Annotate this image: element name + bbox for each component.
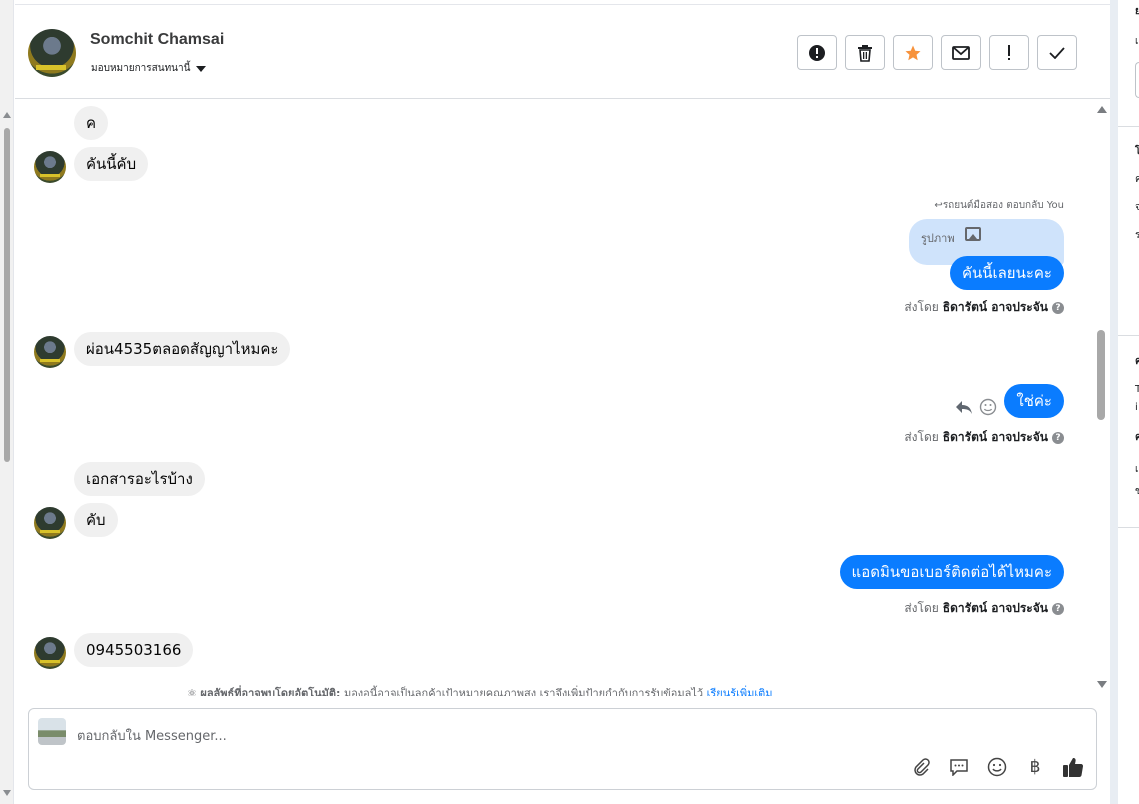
panel-text: ค	[1135, 174, 1139, 185]
messenger-inbox-page: Somchit Chamsai มอบหมายการสนทนานี้ ค คัน…	[0, 0, 1139, 804]
star-button[interactable]	[893, 35, 933, 70]
panel-text: ย	[1135, 6, 1139, 17]
reply-icon[interactable]	[955, 399, 973, 415]
reply-arrow-icon: ↩	[934, 200, 943, 211]
star-icon	[905, 45, 921, 60]
scroll-down-arrow-icon[interactable]	[1097, 681, 1107, 688]
contact-avatar-small	[34, 507, 66, 539]
contact-avatar-small	[34, 151, 66, 183]
system-note-text: มองอนี้อาจเป็นลูกค้าเป้าหมายคุณภาพสูง เร…	[343, 687, 704, 696]
follow-up-button[interactable]	[989, 35, 1029, 70]
smiley-icon	[987, 757, 1007, 777]
reply-composer[interactable]: ตอบกลับใน Messenger... ฿	[28, 708, 1097, 790]
payment-button[interactable]: ฿	[1024, 756, 1046, 778]
help-icon[interactable]: ?	[1052, 431, 1064, 444]
help-icon[interactable]: ?	[1052, 602, 1064, 615]
automated-result-note: ⚛ ผลลัพธ์ที่อาจพบโดยอัตโนมัติ: มองอนี้อา…	[187, 684, 773, 696]
assign-conversation-dropdown[interactable]: มอบหมายการสนทนานี้	[91, 61, 207, 76]
left-scrollbar[interactable]	[0, 0, 14, 804]
outgoing-message[interactable]: ใช่ค่ะ	[1004, 384, 1064, 418]
scrollbar-thumb[interactable]	[1097, 330, 1105, 420]
message-hover-actions	[955, 398, 997, 416]
contact-avatar-small	[34, 336, 66, 368]
panel-text: โ	[1135, 146, 1139, 157]
panel-text: ร	[1135, 230, 1139, 241]
reply-context-text: รถยนต์มือสอง ตอบกลับ You	[942, 200, 1064, 211]
quoted-label: รูปภาพ	[921, 232, 955, 245]
incoming-message[interactable]: ค	[74, 106, 109, 140]
sent-by-prefix: ส่งโดย	[904, 300, 939, 314]
atom-icon: ⚛	[187, 687, 197, 696]
panel-input[interactable]	[1135, 62, 1139, 98]
check-icon	[1049, 46, 1065, 59]
panel-text: ค	[1135, 356, 1139, 367]
contact-avatar-small	[34, 637, 66, 669]
alert-circle-icon	[809, 44, 825, 61]
image-icon	[965, 227, 981, 241]
incoming-message[interactable]: คับ	[74, 503, 118, 537]
incoming-message[interactable]: คันนี้คับ	[74, 147, 149, 181]
incoming-message[interactable]: ผ่อน4535ตลอดสัญญาไหมคะ	[74, 332, 291, 366]
sent-by-line: ส่งโดย ธิดารัตน์ อาจประจัน ?	[904, 599, 1064, 618]
panel-text: เ	[1135, 464, 1139, 475]
scroll-up-arrow-icon[interactable]	[3, 112, 11, 118]
saved-replies-button[interactable]	[948, 756, 970, 778]
sender-name: ธิดารัตน์ อาจประจัน	[942, 430, 1048, 444]
conversation-actions	[797, 35, 1077, 70]
chevron-down-icon	[196, 65, 207, 72]
panel-text: T	[1135, 384, 1139, 395]
page-avatar	[38, 718, 66, 745]
sent-by-line: ส่งโดย ธิดารัตน์ อาจประจัน ?	[904, 298, 1064, 317]
incoming-message[interactable]: 0945503166	[74, 633, 194, 667]
thumbs-up-icon	[1063, 758, 1084, 778]
emoji-button[interactable]	[986, 756, 1008, 778]
contact-avatar[interactable]	[28, 29, 76, 77]
sender-name: ธิดารัตน์ อาจประจัน	[942, 601, 1048, 615]
baht-icon: ฿	[1029, 757, 1041, 777]
envelope-icon	[952, 45, 970, 60]
delete-button[interactable]	[845, 35, 885, 70]
like-button[interactable]	[1062, 756, 1084, 778]
learn-more-link[interactable]: เรียนรู้เพิ่มเติม	[707, 687, 773, 696]
sender-name: ธิดารัตน์ อาจประจัน	[942, 300, 1048, 314]
message-thread[interactable]: ค คันนี้คับ ↩รถยนต์มือสอง ตอบกลับ You รู…	[15, 100, 1110, 696]
contact-details-panel: ย เ โ ค จ ร ค T i ค เ ข	[1110, 0, 1139, 804]
sent-by-line: ส่งโดย ธิดารัตน์ อาจประจัน ?	[904, 428, 1064, 447]
outgoing-message[interactable]: แอดมินขอเบอร์ติดต่อได้ไหมคะ	[839, 555, 1064, 589]
attach-button[interactable]	[910, 756, 932, 778]
paperclip-icon	[914, 758, 930, 776]
spam-button[interactable]	[797, 35, 837, 70]
exclamation-icon	[1008, 44, 1010, 60]
outgoing-message[interactable]: คันนี้เลยนะคะ	[949, 256, 1064, 290]
reply-context-note: ↩รถยนต์มือสอง ตอบกลับ You	[934, 198, 1064, 213]
panel-text: ข	[1135, 486, 1139, 497]
reply-input[interactable]: ตอบกลับใน Messenger...	[77, 725, 227, 746]
incoming-message[interactable]: เอกสารอะไรบ้าง	[74, 462, 205, 496]
divider	[1118, 527, 1139, 528]
conversation-header: Somchit Chamsai มอบหมายการสนทนานี้	[15, 4, 1110, 99]
panel-text: i	[1135, 402, 1138, 413]
trash-icon	[858, 44, 872, 62]
panel-text: ค	[1135, 432, 1139, 443]
mark-unread-button[interactable]	[941, 35, 981, 70]
contact-name[interactable]: Somchit Chamsai	[90, 31, 224, 49]
sent-by-prefix: ส่งโดย	[904, 430, 939, 444]
divider	[1118, 126, 1139, 127]
scroll-down-arrow-icon[interactable]	[3, 790, 11, 796]
sent-by-prefix: ส่งโดย	[904, 601, 939, 615]
panel-text: จ	[1135, 202, 1139, 213]
assign-label: มอบหมายการสนทนานี้	[91, 63, 191, 74]
done-button[interactable]	[1037, 35, 1077, 70]
composer-tools: ฿	[910, 756, 1084, 778]
panel-text: เ	[1135, 36, 1139, 47]
help-icon[interactable]: ?	[1052, 301, 1064, 314]
system-note-title: ผลลัพธ์ที่อาจพบโดยอัตโนมัติ:	[200, 687, 341, 696]
conversation-pane: Somchit Chamsai มอบหมายการสนทนานี้ ค คัน…	[15, 0, 1110, 804]
smiley-icon[interactable]	[979, 398, 997, 416]
scrollbar-thumb[interactable]	[4, 128, 10, 462]
speech-bubble-icon	[950, 759, 968, 776]
thread-scrollbar[interactable]	[1094, 100, 1108, 696]
divider	[1118, 335, 1139, 336]
scroll-up-arrow-icon[interactable]	[1097, 106, 1107, 113]
